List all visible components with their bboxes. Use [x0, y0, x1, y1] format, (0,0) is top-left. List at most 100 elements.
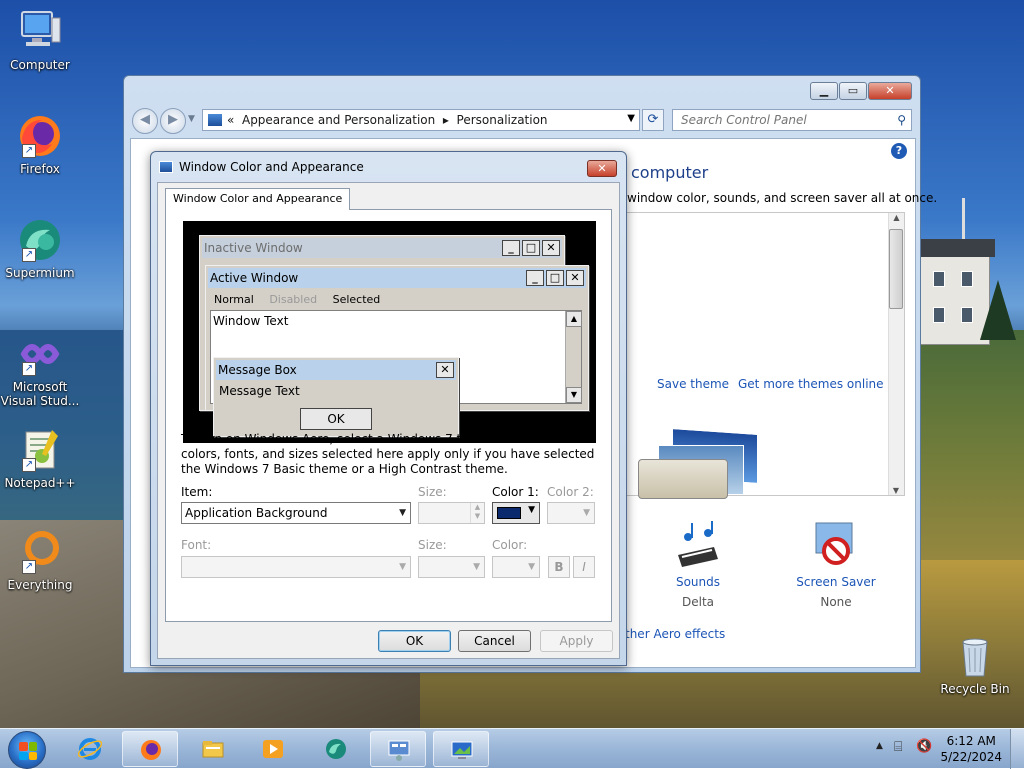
taskbar-supermium[interactable]: [308, 731, 364, 767]
chevron-down-icon: ▼: [473, 562, 480, 572]
window-caption-buttons: ▁ ▭ ✕: [809, 82, 912, 100]
spinner-arrows-icon: ▲ ▼: [470, 503, 484, 523]
preview-menu: Normal Disabled Selected: [214, 293, 392, 306]
message-text: Message Text: [219, 384, 300, 398]
shortcut-arrow-icon: ↗: [22, 560, 36, 574]
font-select[interactable]: ▼: [181, 556, 411, 578]
chevron-down-icon: ▼: [399, 562, 406, 572]
close-button[interactable]: ✕: [868, 82, 912, 100]
desktop-icon-visual-studio[interactable]: ↗ Microsoft Visual Stud...: [0, 330, 80, 408]
show-hidden-icons-icon[interactable]: ▲: [876, 741, 883, 751]
everything-icon: ↗: [16, 528, 64, 576]
system-tray: ▲ ⌸ 🔇 6:12 AM 5/22/2024: [864, 729, 1024, 769]
page-description: window color, sounds, and screen saver a…: [627, 191, 938, 205]
color1-swatch: [497, 507, 521, 519]
address-dropdown-icon[interactable]: ▼: [627, 113, 635, 124]
clock[interactable]: 6:12 AM 5/22/2024: [940, 733, 1002, 765]
desktop-icon-everything[interactable]: ↗ Everything: [0, 528, 80, 592]
color2-button[interactable]: ▼: [547, 502, 595, 524]
dialog-body: Window Color and Appearance Inactive Win…: [157, 182, 620, 659]
file-explorer-icon: [201, 737, 225, 761]
desktop-icon-supermium[interactable]: ↗ Supermium: [0, 216, 80, 280]
window-color-dialog: Window Color and Appearance ✕ Window Col…: [150, 151, 627, 666]
screen-saver-setting[interactable]: Screen Saver None: [781, 519, 891, 609]
sounds-setting[interactable]: Sounds Delta: [643, 519, 753, 609]
address-bar[interactable]: « Appearance and Personalization ▸ Perso…: [202, 109, 640, 131]
font-color-label: Color:: [492, 538, 528, 552]
color1-button[interactable]: ▼: [492, 502, 540, 524]
desktop-icon-recycle-bin[interactable]: Recycle Bin: [935, 632, 1015, 696]
network-icon[interactable]: ⌸: [894, 739, 902, 755]
scroll-up-icon[interactable]: ▲: [889, 213, 904, 222]
taskbar-control-panel[interactable]: [370, 731, 426, 767]
supermium-icon: ↗: [16, 216, 64, 264]
save-theme-link[interactable]: Save theme: [657, 377, 729, 391]
apply-button[interactable]: Apply: [540, 630, 613, 652]
internet-explorer-icon: [77, 737, 103, 761]
page-title: computer: [631, 163, 709, 182]
appearance-preview[interactable]: Inactive Window _ □ ✕ Active Window _ □ …: [183, 221, 596, 443]
help-icon[interactable]: ?: [891, 143, 907, 159]
font-size-select[interactable]: ▼: [418, 556, 485, 578]
windows-logo-icon: [19, 742, 37, 760]
breadcrumb-item-personalization[interactable]: Personalization: [457, 113, 548, 127]
sounds-value: Delta: [681, 595, 714, 609]
volume-muted-icon[interactable]: 🔇: [916, 739, 932, 754]
breadcrumb-overflow[interactable]: «: [227, 113, 234, 127]
media-player-icon: [261, 737, 285, 761]
taskbar-internet-explorer[interactable]: [62, 731, 118, 767]
taskbar-file-explorer[interactable]: [185, 731, 241, 767]
message-box-ok: OK: [300, 408, 372, 430]
get-more-themes-link[interactable]: Get more themes online: [738, 377, 884, 391]
clock-date: 5/22/2024: [940, 750, 1002, 764]
desktop-icon-computer[interactable]: Computer: [0, 8, 80, 72]
scroll-down-icon: ▼: [566, 387, 582, 403]
show-desktop-button[interactable]: [1010, 729, 1024, 769]
taskbar-firefox[interactable]: [122, 731, 178, 767]
taskbar-media-player[interactable]: [245, 731, 301, 767]
maximize-button[interactable]: ▭: [839, 82, 867, 100]
font-color-button[interactable]: ▼: [492, 556, 540, 578]
cancel-button[interactable]: Cancel: [458, 630, 531, 652]
italic-button[interactable]: I: [573, 556, 595, 578]
breadcrumb-item-appearance[interactable]: Appearance and Personalization: [242, 113, 435, 127]
navigation-bar: ◀ ▶ ▼ « Appearance and Personalization ▸…: [130, 106, 916, 136]
forward-button[interactable]: ▶: [160, 108, 186, 134]
size-spinner[interactable]: ▲ ▼: [418, 502, 485, 524]
dialog-title: Window Color and Appearance: [179, 160, 364, 174]
scrollbar-thumb[interactable]: [889, 229, 903, 309]
close-icon: ✕: [566, 270, 584, 286]
bold-button[interactable]: B: [548, 556, 570, 578]
search-input[interactable]: [679, 111, 889, 129]
shortcut-arrow-icon: ↗: [22, 362, 36, 376]
themes-list[interactable]: ▲ ▼ Save theme Get more themes online: [625, 212, 905, 499]
dialog-close-button[interactable]: ✕: [587, 160, 617, 177]
tab-window-color[interactable]: Window Color and Appearance: [165, 188, 351, 210]
sounds-icon: [672, 519, 724, 571]
close-icon: ✕: [436, 362, 454, 378]
breadcrumb-separator[interactable]: ▸: [443, 113, 449, 127]
screen-saver-value: None: [820, 595, 852, 609]
refresh-button[interactable]: ⟳: [642, 109, 664, 131]
themes-scrollbar[interactable]: ▲ ▼: [888, 213, 904, 495]
ok-button[interactable]: OK: [378, 630, 451, 652]
desktop-icon-firefox[interactable]: ↗ Firefox: [0, 112, 80, 176]
back-button[interactable]: ◀: [132, 108, 158, 134]
aero-effects-link[interactable]: ther Aero effects: [625, 627, 725, 641]
desktop-icon-notepadpp[interactable]: ↗ Notepad++: [0, 426, 80, 490]
font-label: Font:: [181, 538, 212, 552]
dialog-app-icon: [159, 161, 173, 173]
search-box[interactable]: ⚲: [672, 109, 912, 131]
start-button[interactable]: [8, 731, 46, 769]
item-select[interactable]: Application Background ▼: [181, 502, 411, 524]
minimize-button[interactable]: ▁: [810, 82, 838, 100]
screen-saver-link[interactable]: Screen Saver: [781, 575, 891, 589]
supermium-icon: [324, 737, 348, 761]
recent-pages-chevron-icon[interactable]: ▼: [188, 114, 195, 124]
taskbar-personalization[interactable]: [433, 731, 489, 767]
scroll-down-icon[interactable]: ▼: [889, 486, 903, 495]
theme-thumbnail[interactable]: [638, 427, 758, 499]
color1-label: Color 1:: [492, 485, 539, 499]
sounds-link[interactable]: Sounds: [643, 575, 753, 589]
search-icon[interactable]: ⚲: [897, 113, 906, 127]
